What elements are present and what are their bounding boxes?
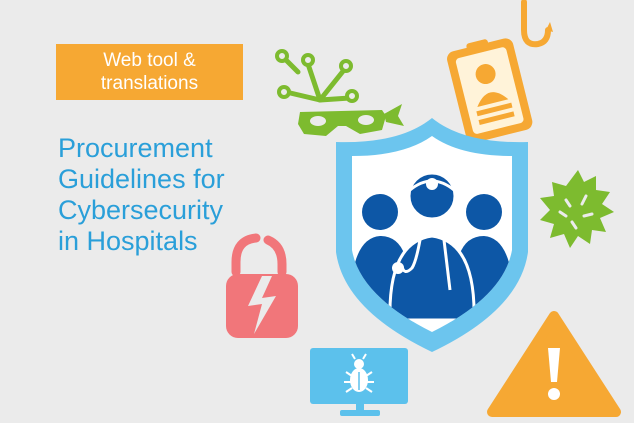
warning-triangle-icon [487,311,621,417]
infected-monitor-icon [310,348,408,416]
phishing-hook-id-card-icon [447,0,553,143]
network-mask-icon [275,49,404,136]
illustration [226,0,621,417]
medical-team-shield-icon [336,118,528,352]
virus-icon [540,170,614,248]
broken-lock-icon [226,233,298,338]
